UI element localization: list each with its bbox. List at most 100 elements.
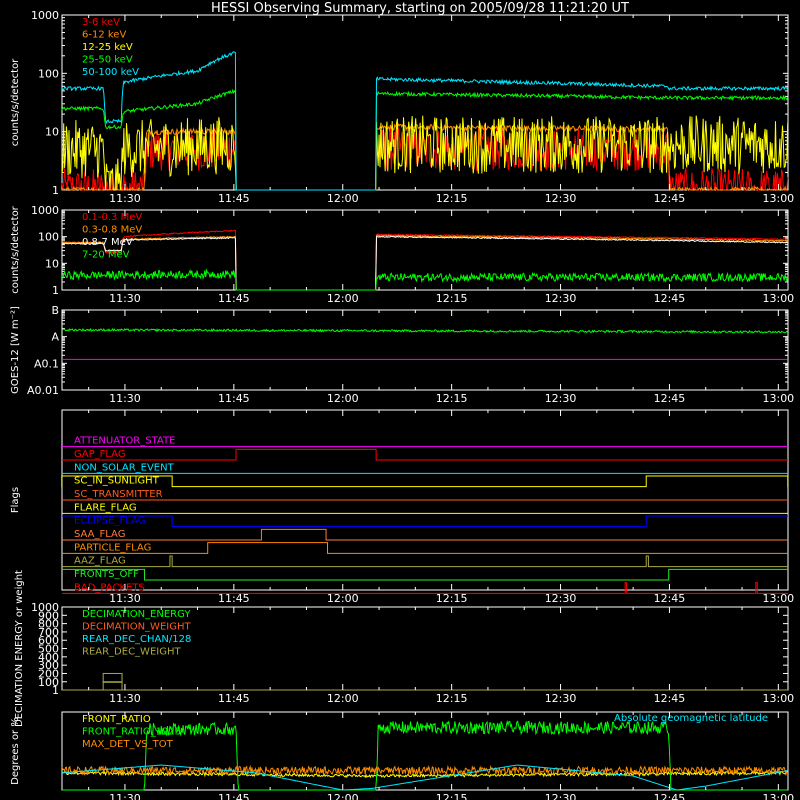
x-tick-label: 11:30 bbox=[109, 592, 141, 605]
x-tick-label: 12:00 bbox=[327, 392, 359, 405]
x-tick-label: 13:00 bbox=[762, 592, 794, 605]
x-tick-label: 12:00 bbox=[327, 692, 359, 705]
series-line bbox=[61, 327, 789, 334]
panel-p1: counts/s/detector 1 10 100 1000 3-6 keV 6-12 k… bbox=[10, 9, 794, 205]
x-tick-label: 12:15 bbox=[436, 292, 468, 305]
x-tick-label: 12:15 bbox=[436, 192, 468, 205]
y-axis-label: GOES-12 [W m⁻²] bbox=[10, 306, 21, 394]
y-axis-label: counts/s/detector bbox=[10, 205, 21, 293]
x-tick-label: 12:15 bbox=[436, 692, 468, 705]
panel-p4: Flags ATTENUATOR_STATE GAP_FLAG NON_SOLAR_E… bbox=[10, 409, 794, 605]
flag-label: GAP_FLAG bbox=[74, 449, 126, 460]
x-tick-label: 12:30 bbox=[545, 292, 577, 305]
x-tick-label: 12:15 bbox=[436, 792, 468, 800]
y-tick-label: 1 bbox=[52, 284, 59, 297]
hessi-summary-figure: HESSI Observing Summary, starting on 200… bbox=[10, 1, 794, 800]
x-tick-label: 12:00 bbox=[327, 192, 359, 205]
x-tick-label: 12:45 bbox=[654, 692, 686, 705]
flag-label: PARTICLE_FLAG bbox=[74, 542, 151, 553]
legend-entry: 12-25 keV bbox=[82, 42, 133, 53]
y-axis-label: DECIMATION ENERGY or weight bbox=[14, 570, 25, 727]
flag-label: SC_TRANSMITTER bbox=[74, 489, 163, 500]
flag-line bbox=[61, 475, 789, 488]
x-tick-label: 11:30 bbox=[109, 792, 141, 800]
series-line bbox=[62, 234, 788, 291]
flag-label: ECLIPSE_FLAG bbox=[74, 516, 145, 527]
x-tick-label: 12:00 bbox=[327, 292, 359, 305]
y-tick-label: 10 bbox=[45, 126, 59, 139]
flag-label: NON_SOLAR_EVENT bbox=[74, 462, 175, 473]
x-tick-label: 11:45 bbox=[218, 192, 250, 205]
legend-entry: DECIMATION_WEIGHT bbox=[82, 622, 191, 633]
series-line bbox=[61, 127, 789, 192]
flag-line bbox=[62, 542, 788, 554]
y-tick-label: A0.01 bbox=[27, 384, 59, 397]
legend-entry: 0.8-7 MeV bbox=[82, 237, 133, 248]
flag-label: SAA_FLAG bbox=[74, 529, 125, 540]
legend-entry: REAR_DEC_CHAN/128 bbox=[82, 634, 191, 645]
x-tick-label: 13:00 bbox=[762, 792, 794, 800]
legend-entry: DECIMATION_ENERGY bbox=[82, 609, 191, 620]
series-line bbox=[61, 268, 789, 291]
legend-entry: 6-12 keV bbox=[82, 30, 126, 41]
x-tick-label: 13:00 bbox=[762, 692, 794, 705]
legend-entry: 50-100 keV bbox=[82, 67, 139, 78]
panel-p6: Degrees or % FRONT_RATIO FRONT_RATIO_1225M… bbox=[10, 711, 794, 800]
flag-label: FRONTS_OFF bbox=[74, 569, 139, 580]
legend-entry: 0.3-0.8 MeV bbox=[82, 225, 142, 236]
x-tick-label: 12:45 bbox=[654, 592, 686, 605]
x-tick-label: 13:00 bbox=[762, 292, 794, 305]
x-tick-label: 11:30 bbox=[109, 192, 141, 205]
flag-line bbox=[62, 528, 788, 541]
x-tick-label: 12:15 bbox=[436, 592, 468, 605]
x-tick-label: 12:30 bbox=[545, 592, 577, 605]
panel-p3: GOES-12 [W m⁻²] A0.01 A0.1 A B 11:30 11:45 12:0… bbox=[10, 304, 794, 405]
series-line bbox=[61, 235, 789, 291]
y-tick-label: B bbox=[51, 304, 59, 317]
x-tick-label: 12:45 bbox=[654, 792, 686, 800]
x-tick-label: 12:30 bbox=[545, 392, 577, 405]
annotation: Absolute geomagnetic latitude bbox=[614, 713, 768, 724]
x-tick-label: 13:00 bbox=[762, 192, 794, 205]
x-tick-label: 11:45 bbox=[218, 792, 250, 800]
x-tick-label: 11:45 bbox=[218, 392, 250, 405]
x-tick-label: 12:45 bbox=[654, 292, 686, 305]
x-tick-label: 11:30 bbox=[109, 692, 141, 705]
panel-frame bbox=[61, 209, 789, 291]
flag-label: FLARE_FLAG bbox=[74, 502, 137, 513]
legend-entry: MAX_DET_VS_TOT bbox=[82, 739, 174, 750]
y-tick-label: 1000 bbox=[31, 204, 59, 217]
flag-line bbox=[62, 515, 788, 528]
flag-label: AAZ_FLAG bbox=[74, 556, 126, 567]
y-tick-label: A bbox=[51, 331, 59, 344]
legend-entry: FRONT_RATIO bbox=[82, 714, 151, 725]
panel-frame bbox=[61, 14, 789, 191]
flag-label: SC_IN_SUNLIGHT bbox=[74, 476, 160, 487]
y-axis-label: Flags bbox=[10, 487, 21, 513]
legend-entry: 25-50 keV bbox=[82, 55, 133, 66]
x-tick-label: 12:30 bbox=[545, 192, 577, 205]
x-tick-label: 11:30 bbox=[109, 392, 141, 405]
y-tick-label: 10 bbox=[45, 257, 59, 270]
flag-line bbox=[62, 568, 788, 581]
flag-line bbox=[62, 448, 788, 461]
legend-entry: 7-20 MeV bbox=[82, 250, 130, 261]
x-tick-label: 12:00 bbox=[327, 792, 359, 800]
y-tick-label: 100 bbox=[38, 67, 59, 80]
series-line bbox=[61, 51, 789, 191]
y-axis-label: Degrees or % bbox=[10, 717, 21, 785]
flag-line bbox=[62, 555, 788, 568]
legend-entry: 3-6 keV bbox=[82, 17, 120, 28]
legend-entry: FRONT_RATIO_1225 bbox=[82, 727, 181, 738]
y-tick-label: 1 bbox=[52, 184, 59, 197]
flag-label: ATTENUATOR_STATE bbox=[74, 436, 175, 447]
x-tick-label: 12:00 bbox=[327, 592, 359, 605]
y-tick-label: 1000 bbox=[31, 9, 59, 22]
y-axis-label: counts/s/detector bbox=[10, 58, 21, 146]
x-tick-label: 12:15 bbox=[436, 392, 468, 405]
x-tick-label: 11:45 bbox=[218, 592, 250, 605]
x-tick-label: 13:00 bbox=[762, 392, 794, 405]
panel-frame bbox=[61, 309, 789, 391]
panel-p2: counts/s/detector 1 10 100 1000 0.1-0.3 MeV 0.… bbox=[10, 204, 794, 305]
y-tick-label: A0.1 bbox=[34, 357, 59, 370]
